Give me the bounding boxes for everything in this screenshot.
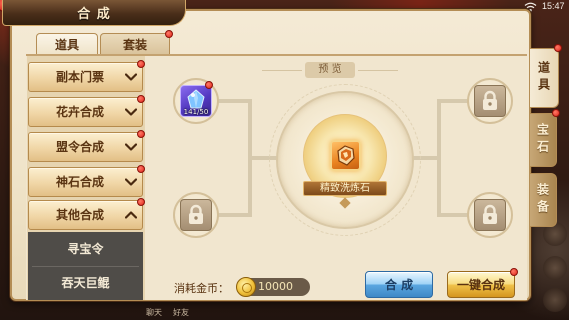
cost-amount: 10000 — [258, 280, 293, 293]
lock-icon — [180, 199, 212, 231]
lock-icon — [474, 85, 506, 117]
divider — [262, 70, 302, 71]
notification-dot — [554, 44, 562, 52]
result-item-name: 精致洗炼石 — [303, 181, 387, 196]
side-tab-label: 道具 — [536, 61, 551, 95]
side-tab-label: 宝石 — [535, 123, 550, 157]
synthesize-all-button[interactable]: 一键合成 — [447, 268, 518, 298]
material-slot-locked[interactable] — [467, 78, 513, 124]
side-tab-label: 装备 — [535, 183, 550, 217]
synthesize-button[interactable]: 合 成 — [365, 271, 433, 298]
synthesize-all-button-label: 一键合成 — [456, 278, 505, 292]
material-slot-locked[interactable] — [467, 192, 513, 238]
notification-dot — [205, 81, 213, 89]
lock-icon — [474, 199, 506, 231]
side-tab-equipment[interactable]: 装备 — [530, 173, 557, 227]
synthesize-button-label: 合 成 — [384, 278, 414, 292]
gold-coin-icon — [236, 277, 256, 297]
side-tab-items[interactable]: 道具 — [530, 44, 562, 108]
notification-dot — [510, 268, 518, 276]
preview-label: 预 览 — [305, 62, 355, 78]
cost-label: 消耗金币： — [174, 282, 229, 295]
material-count: 141/50 — [183, 108, 209, 116]
material-slot-locked[interactable] — [173, 192, 219, 238]
purple-stone-icon[interactable]: 141/50 — [180, 85, 212, 117]
orange-stone-icon[interactable] — [330, 140, 361, 171]
side-tab-gems[interactable]: 宝石 — [530, 109, 560, 167]
material-slot[interactable]: 141/50 — [173, 78, 219, 124]
notification-dot — [552, 109, 560, 117]
divider — [358, 70, 398, 71]
